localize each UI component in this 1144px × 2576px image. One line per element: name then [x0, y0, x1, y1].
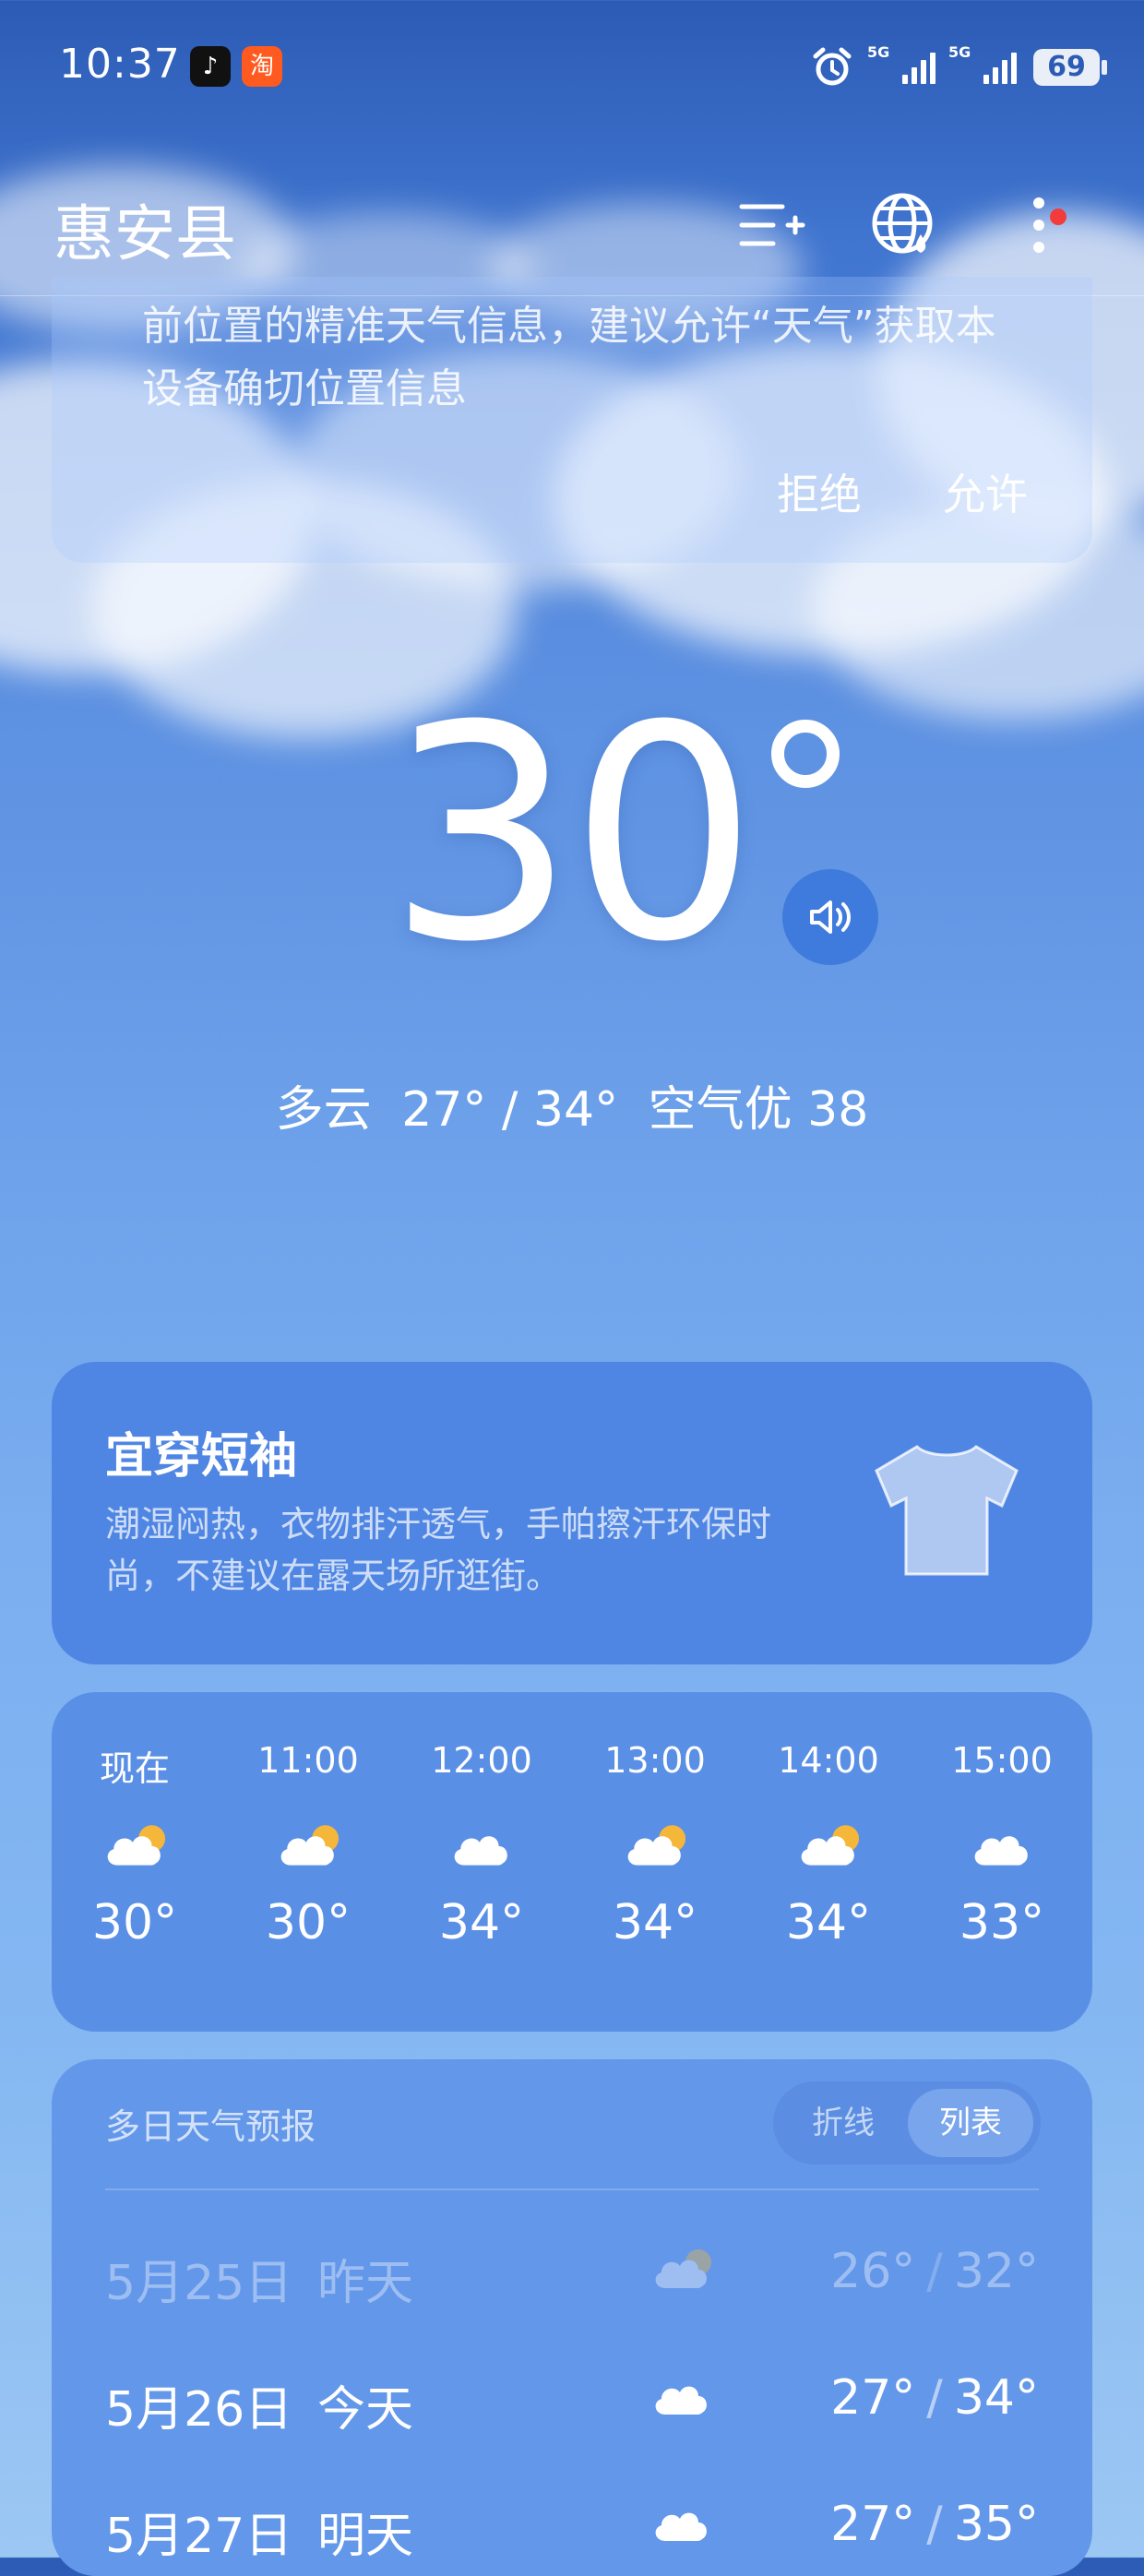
day-name: 昨天 — [317, 2256, 414, 2311]
day-high: 35° — [953, 2497, 1039, 2552]
hour-temperature: 34° — [785, 1895, 872, 1950]
day-low: 26° — [830, 2244, 916, 2299]
notification-dot — [1050, 209, 1067, 225]
permission-message: 前位置的精准天气信息，建议允许“天气”获取本设备确切位置信息 — [142, 303, 996, 412]
deny-button[interactable]: 拒绝 — [777, 461, 862, 522]
day-temperature-range: 27°/34° — [830, 2370, 1039, 2426]
day-low: 27° — [830, 2497, 916, 2552]
hour-time: 12:00 — [431, 1740, 532, 1781]
partly-cloudy-icon — [787, 1818, 870, 1875]
view-toggle: 折线 列表 — [773, 2081, 1041, 2165]
tiktok-app-icon: ♪ — [190, 46, 231, 87]
clothing-title: 宜穿短袖 — [105, 1429, 298, 1485]
day-name: 明天 — [317, 2509, 414, 2564]
day-temperature-range: 27°/35° — [830, 2497, 1039, 2552]
day-row[interactable]: 5月25日 昨天 26°/32° — [105, 2244, 1039, 2318]
voice-broadcast-button[interactable] — [782, 869, 878, 965]
hour-item: 12:00 34° — [417, 1740, 546, 1950]
signal-2-icon: 5G — [948, 43, 1017, 84]
day-low: 27° — [830, 2370, 916, 2426]
clothing-suggestion-card[interactable]: 宜穿短袖 潮湿闷热，衣物排汗透气，手帕擦汗环保时尚，不建议在露天场所逛街。 — [52, 1362, 1092, 1664]
partly-cloudy-icon — [93, 1818, 176, 1875]
day-row[interactable]: 5月26日 今天 27°/34° — [105, 2370, 1039, 2444]
cloud-icon — [440, 1818, 523, 1875]
more-vertical-icon — [1033, 197, 1044, 253]
hour-time: 13:00 — [604, 1740, 706, 1781]
allow-button[interactable]: 允许 — [943, 461, 1028, 522]
air-quality[interactable]: 空气优 38 — [649, 1082, 869, 1138]
hour-time: 14:00 — [778, 1740, 879, 1781]
degree-symbol — [771, 720, 840, 788]
hour-temperature: 34° — [438, 1895, 525, 1950]
partly-cloudy-icon — [645, 2242, 719, 2297]
alarm-icon — [813, 47, 852, 86]
partly-cloudy-icon — [614, 1818, 697, 1875]
day-name: 今天 — [317, 2382, 414, 2438]
taobao-app-icon: 淘 — [242, 46, 282, 87]
day-row[interactable]: 5月27日 明天 27°/35° — [105, 2497, 1039, 2570]
global-weather-button[interactable] — [867, 188, 941, 262]
day-high: 34° — [953, 2370, 1039, 2426]
status-bar: 10:37 ♪ 淘 5G 5G 69 — [0, 0, 1144, 138]
daily-forecast-card: 多日天气预报 折线 列表 5月25日 昨天 26°/32° 5月26日 今天 27°/34… — [52, 2059, 1092, 2576]
list-view-tab[interactable]: 列表 — [908, 2089, 1033, 2157]
add-city-button[interactable] — [733, 188, 806, 262]
status-time: 10:37 — [59, 41, 181, 88]
battery-icon: 69 — [1033, 49, 1107, 86]
cloud-icon — [645, 2368, 719, 2424]
hour-item: 现在 30° — [70, 1740, 199, 1950]
clothing-description: 潮湿闷热，衣物排汗透气，手帕擦汗环保时尚，不建议在露天场所逛街。 — [105, 1504, 772, 1596]
day-date: 5月26日 — [105, 2382, 293, 2438]
condition-text: 多云 — [275, 1082, 372, 1138]
hour-item: 14:00 34° — [764, 1740, 893, 1950]
more-options-button[interactable] — [1006, 188, 1079, 262]
signal-1-icon: 5G — [867, 43, 935, 84]
hour-temperature: 30° — [265, 1895, 352, 1950]
daily-forecast-title: 多日天气预报 — [105, 2106, 316, 2147]
globe-icon — [872, 193, 933, 254]
hourly-forecast-card[interactable]: 现在 30° 11:00 30° 12:00 34° 13:00 34° 14:00 34° 15:… — [52, 1692, 1092, 2032]
day-date: 5月27日 — [105, 2509, 293, 2564]
city-title[interactable]: 惠安县 — [54, 185, 236, 273]
list-add-icon — [739, 204, 805, 246]
temperature-range: 27° / 34° — [401, 1082, 619, 1138]
cloud-icon — [960, 1818, 1043, 1875]
hour-item: 11:00 30° — [244, 1740, 373, 1950]
hour-item: 15:00 33° — [937, 1740, 1067, 1950]
divider — [105, 2188, 1039, 2190]
cloud-icon — [645, 2495, 719, 2550]
day-date: 5月25日 — [105, 2256, 293, 2311]
hour-temperature: 34° — [612, 1895, 698, 1950]
hour-temperature: 33° — [959, 1895, 1045, 1950]
top-app-bar: 惠安县 — [0, 157, 1144, 296]
partly-cloudy-icon — [267, 1818, 350, 1875]
weather-summary: 多云 27° / 34° 空气优 38 — [0, 1070, 1144, 1139]
speaker-icon — [810, 900, 851, 934]
current-temperature: 30 — [387, 663, 757, 1007]
tshirt-icon — [875, 1445, 1019, 1576]
hour-item: 13:00 34° — [590, 1740, 720, 1950]
line-view-tab[interactable]: 折线 — [812, 2081, 875, 2165]
day-high: 32° — [953, 2244, 1039, 2299]
hour-temperature: 30° — [91, 1895, 178, 1950]
hour-time: 现在 — [99, 1748, 170, 1789]
day-temperature-range: 26°/32° — [830, 2244, 1039, 2299]
hour-time: 15:00 — [951, 1740, 1053, 1781]
hour-time: 11:00 — [257, 1740, 359, 1781]
